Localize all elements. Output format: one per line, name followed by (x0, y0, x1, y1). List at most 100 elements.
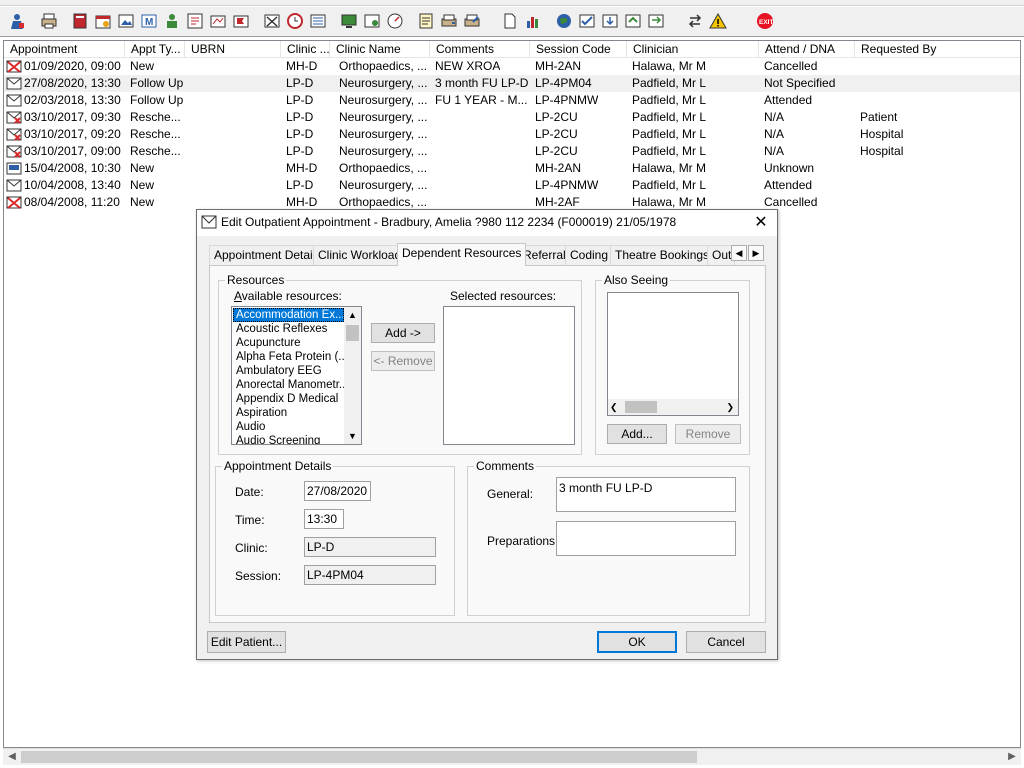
list-item[interactable]: Audio (233, 420, 344, 434)
column-requested-by[interactable]: Requested By (855, 41, 1020, 58)
mail-icon[interactable]: M (138, 10, 160, 32)
table-row[interactable]: 03/10/2017, 09:30 Resche... LP-D Neurosurge… (4, 109, 1020, 126)
cell-clinic: LP-D (286, 144, 314, 158)
cell-clinic-name: Orthopaedics, ... (339, 161, 428, 175)
scroll-down-arrow[interactable]: ▼ (344, 428, 361, 444)
date-field[interactable]: 27/08/2020 (304, 481, 371, 501)
table-row[interactable]: 10/04/2008, 13:40 New LP-D Neurosurgery, ..… (4, 177, 1020, 194)
table-row[interactable]: 03/10/2017, 09:20 Resche... LP-D Neurosurge… (4, 126, 1020, 143)
cell-requested: Patient (860, 110, 898, 124)
list-item[interactable]: Acupuncture (233, 336, 344, 350)
list-item[interactable]: Appendix D Medical (233, 392, 344, 406)
edit-patient-button[interactable]: Edit Patient... (207, 631, 286, 653)
column-clinic[interactable]: Clinic ... (281, 41, 330, 58)
also-seeing-add-button[interactable]: Add... (607, 424, 667, 444)
print-letter-icon[interactable] (438, 10, 460, 32)
image-icon[interactable] (115, 10, 137, 32)
column-appointment[interactable]: Appointment (4, 41, 125, 58)
tab-scroll-left-icon[interactable]: ◀ (731, 245, 747, 261)
warning-icon[interactable] (707, 10, 729, 32)
column-ubrn[interactable]: UBRN (185, 41, 281, 58)
horizontal-scrollbar[interactable]: ◀ ▶ (3, 748, 1021, 765)
list-item[interactable]: Acoustic Reflexes (233, 322, 344, 336)
tab-coding[interactable]: Coding (565, 245, 614, 265)
tab-theatre-bookings[interactable]: Theatre Bookings (610, 245, 715, 265)
document-icon[interactable] (499, 10, 521, 32)
general-comments-field[interactable]: 3 month FU LP-D (556, 477, 736, 512)
column-clinician[interactable]: Clinician (627, 41, 759, 58)
column-appt-type[interactable]: Appt Ty... (125, 41, 185, 58)
transfer-icon[interactable] (684, 10, 706, 32)
swap-icon[interactable] (645, 10, 667, 32)
add-resource-button[interactable]: Add -> (371, 323, 435, 343)
chart-icon[interactable] (207, 10, 229, 32)
list-item[interactable]: Anorectal Manometr... (233, 378, 344, 392)
also-seeing-hscrollbar[interactable]: ❮ ❯ (608, 399, 738, 415)
scrollbar-thumb[interactable] (21, 751, 697, 763)
cancel-icon[interactable] (261, 10, 283, 32)
exit-icon[interactable]: EXIT (754, 10, 776, 32)
edit-letter-icon[interactable] (461, 10, 483, 32)
form-icon[interactable] (184, 10, 206, 32)
letter-icon[interactable] (361, 10, 383, 32)
scroll-right-arrow[interactable]: ❯ (726, 399, 734, 415)
gauge-icon[interactable] (384, 10, 406, 32)
column-clinic-name[interactable]: Clinic Name (330, 41, 430, 58)
available-resources-list[interactable]: Accommodation Ex... Acoustic Reflexes Acup… (231, 306, 362, 445)
table-row[interactable]: 03/10/2017, 09:00 Resche... LP-D Neurosurge… (4, 143, 1020, 160)
tab-appointment-details[interactable]: Appointment Details (209, 245, 327, 265)
scroll-left-arrow[interactable]: ❮ (610, 399, 618, 415)
available-list-scrollbar[interactable]: ▲ ▼ (344, 307, 361, 444)
notes-icon[interactable] (415, 10, 437, 32)
calendar-icon[interactable] (92, 10, 114, 32)
table-row[interactable]: 01/09/2020, 09:00 New MH-D Orthopaedics, ..… (4, 58, 1020, 75)
scroll-left-arrow[interactable]: ◀ (5, 751, 19, 763)
column-attend-dna[interactable]: Attend / DNA (759, 41, 855, 58)
preparations-field[interactable] (556, 521, 736, 556)
column-session-code[interactable]: Session Code (530, 41, 627, 58)
toolbar: M EXIT (0, 7, 1024, 37)
flag-icon[interactable] (230, 10, 252, 32)
download-icon[interactable] (599, 10, 621, 32)
tab-scroll-right-icon[interactable]: ▶ (748, 245, 764, 261)
book-icon[interactable] (69, 10, 91, 32)
tab-clinic-workload[interactable]: Clinic Workload (313, 245, 407, 265)
minimize-button[interactable] (970, 0, 984, 4)
cell-attend: N/A (764, 127, 785, 141)
clock-icon[interactable] (284, 10, 306, 32)
scrollbar-thumb[interactable] (625, 401, 657, 413)
monitor-icon[interactable] (338, 10, 360, 32)
maximize-button[interactable] (988, 0, 1002, 4)
printer-icon[interactable] (38, 10, 60, 32)
list-item[interactable]: Aspiration (233, 406, 344, 420)
table-row[interactable]: 27/08/2020, 13:30 Follow Up LP-D Neurosurge… (4, 75, 1020, 92)
table-row[interactable]: 15/04/2008, 10:30 New MH-D Orthopaedics, ..… (4, 160, 1020, 177)
list-item[interactable]: Alpha Feta Protein (... (233, 350, 344, 364)
selected-resources-list[interactable] (443, 306, 575, 445)
scrollbar-thumb[interactable] (346, 325, 359, 341)
list-item[interactable]: Ambulatory EEG (233, 364, 344, 378)
remove-resource-button[interactable]: <- Remove (371, 351, 435, 371)
also-seeing-remove-button[interactable]: Remove (675, 424, 741, 444)
refresh-icon[interactable] (622, 10, 644, 32)
cell-clinic-name: Neurosurgery, ... (339, 178, 428, 192)
time-field[interactable]: 13:30 (304, 509, 344, 529)
tab-dependent-resources[interactable]: Dependent Resources (397, 243, 527, 266)
bar-chart-icon[interactable] (522, 10, 544, 32)
ok-button[interactable]: OK (597, 631, 677, 653)
patient-icon[interactable] (6, 10, 28, 32)
table-row[interactable]: 02/03/2018, 13:30 Follow Up LP-D Neurosurge… (4, 92, 1020, 109)
list-item[interactable]: Accommodation Ex... (233, 308, 344, 322)
also-seeing-list[interactable]: ❮ ❯ (607, 292, 739, 416)
close-icon[interactable]: ✕ (751, 213, 771, 233)
check-list-icon[interactable] (576, 10, 598, 32)
list-icon[interactable] (307, 10, 329, 32)
globe-icon[interactable] (553, 10, 575, 32)
list-item[interactable]: Audio Screening (233, 434, 344, 444)
column-comments[interactable]: Comments (430, 41, 530, 58)
person-icon[interactable] (161, 10, 183, 32)
cancel-button[interactable]: Cancel (686, 631, 766, 653)
close-window-button[interactable] (1006, 0, 1020, 4)
scroll-right-arrow[interactable]: ▶ (1005, 751, 1019, 763)
scroll-up-arrow[interactable]: ▲ (344, 307, 361, 323)
